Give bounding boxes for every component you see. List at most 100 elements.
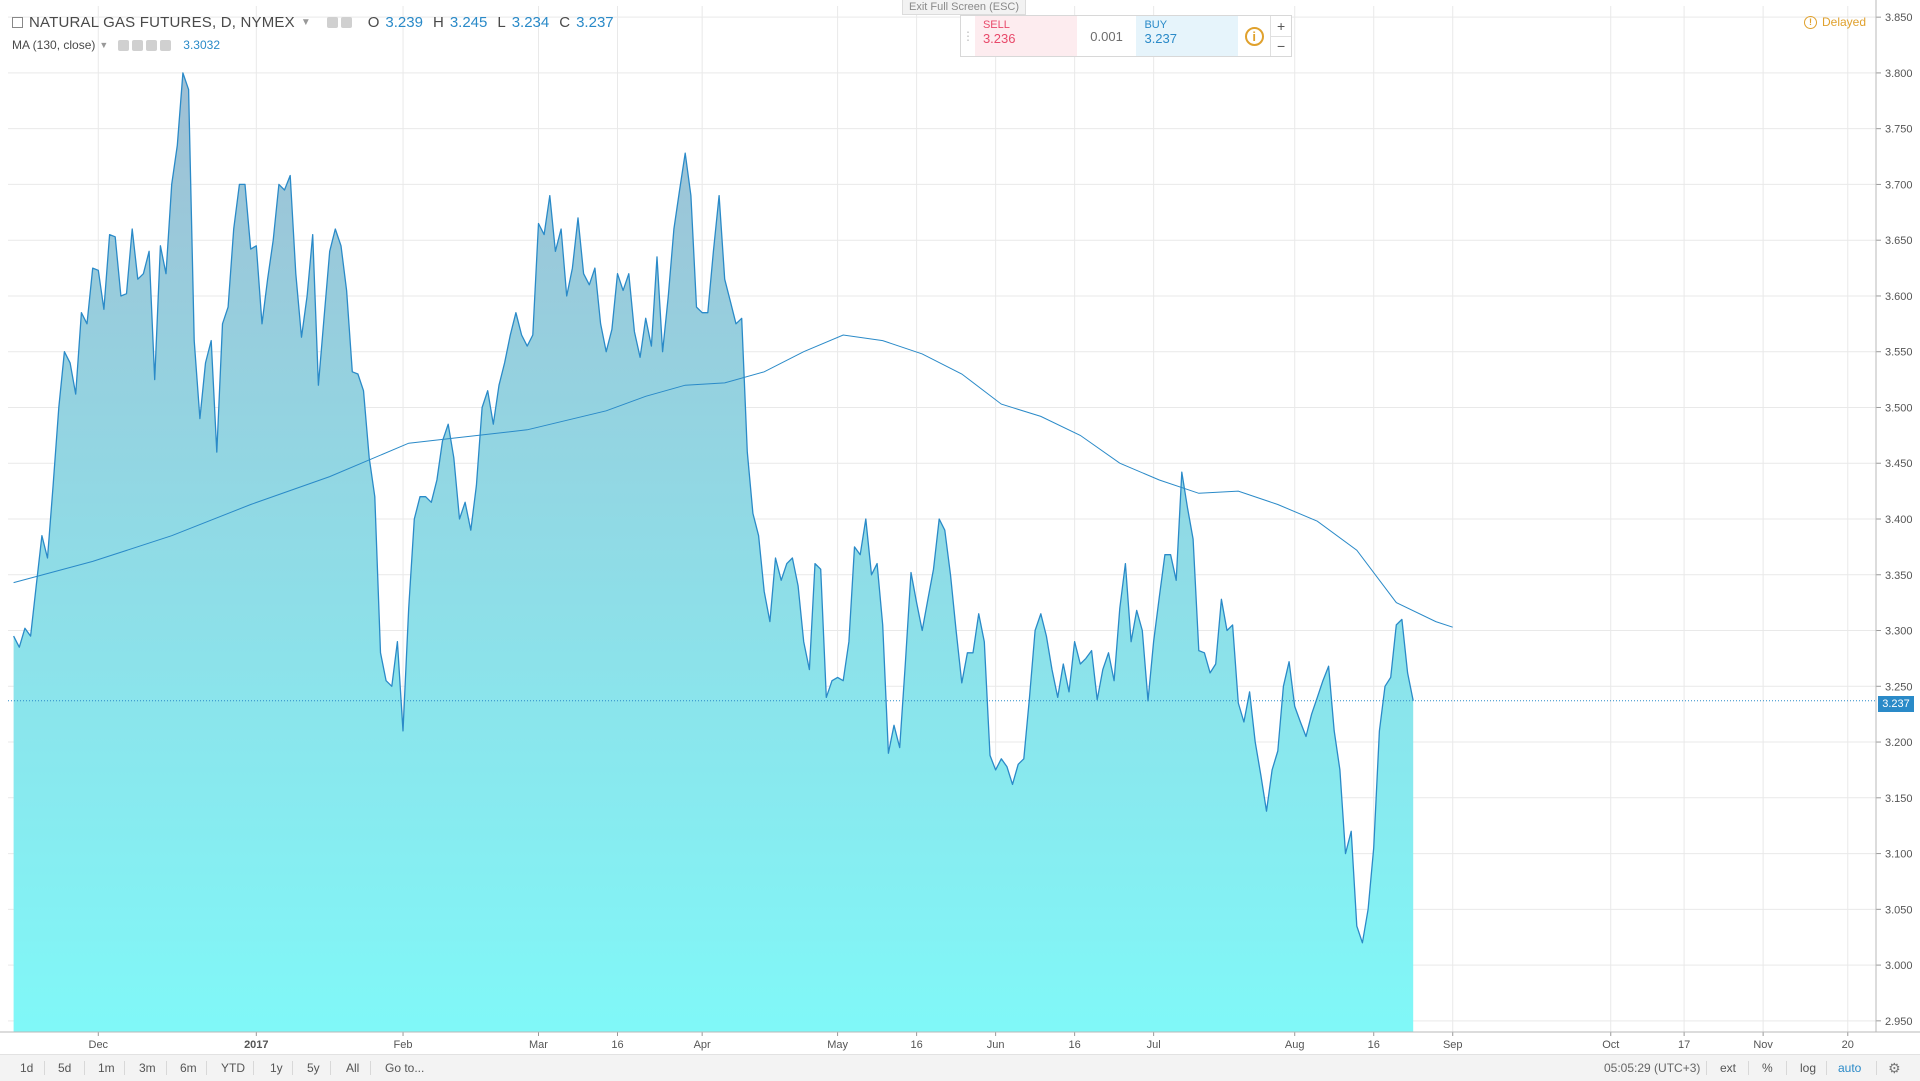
y-tick-label: 3.550 <box>1885 347 1913 359</box>
sell-button[interactable]: SELL 3.236 <box>974 16 1077 56</box>
open-label: O <box>367 14 380 31</box>
x-tick-label: Oct <box>1602 1039 1619 1051</box>
x-tick-label: 16 <box>1068 1039 1080 1051</box>
x-tick-label: Mar <box>529 1039 548 1051</box>
drag-handle-icon[interactable]: ⋮ <box>961 16 975 56</box>
y-tick-label: 2.950 <box>1885 1016 1913 1028</box>
y-tick-label: 3.450 <box>1885 458 1913 470</box>
divider <box>1826 1061 1827 1075</box>
chevron-down-icon[interactable]: ▼ <box>99 40 108 50</box>
divider <box>84 1061 85 1075</box>
divider <box>44 1061 45 1075</box>
auto-toggle[interactable]: auto <box>1838 1055 1861 1081</box>
exit-fullscreen-button[interactable]: Exit Full Screen (ESC) <box>902 0 1027 15</box>
ma-legend: MA (130, close) ▼ 3.3032 <box>12 38 220 52</box>
add-icon[interactable] <box>146 39 158 51</box>
info-button[interactable]: i <box>1238 16 1270 56</box>
timeframe-all[interactable]: All <box>346 1055 359 1081</box>
x-tick-label: Nov <box>1753 1039 1773 1051</box>
goto-button[interactable]: Go to... <box>385 1055 424 1081</box>
legend-action-icons <box>326 17 352 28</box>
plus-button[interactable]: + <box>1271 16 1292 37</box>
spread-value: 0.001 <box>1090 28 1123 44</box>
warning-icon: ! <box>1804 15 1817 29</box>
gear-icon[interactable]: ⚙ <box>1888 1055 1901 1081</box>
y-tick-label: 3.200 <box>1885 737 1913 749</box>
delayed-badge[interactable]: ! Delayed <box>1804 15 1866 29</box>
y-tick-label: 3.000 <box>1885 960 1913 972</box>
divider <box>292 1061 293 1075</box>
info-icon: i <box>1244 26 1264 46</box>
x-tick-label: Dec <box>89 1039 109 1051</box>
buy-value: 3.237 <box>1144 31 1178 46</box>
x-tick-label: Feb <box>394 1039 413 1051</box>
symbol-title[interactable]: NATURAL GAS FUTURES, D, NYMEX <box>29 14 295 31</box>
x-tick-label: Jun <box>987 1039 1005 1051</box>
settings-icon[interactable] <box>132 39 144 51</box>
hide-icon[interactable] <box>340 17 352 28</box>
settings-icon[interactable] <box>326 17 338 28</box>
clock-time[interactable]: 05:05:29 (UTC+3) <box>1604 1055 1700 1081</box>
timeframe-ytd[interactable]: YTD <box>221 1055 245 1081</box>
y-tick-label: 3.100 <box>1885 849 1913 861</box>
symbol-legend: NATURAL GAS FUTURES, D, NYMEX ▼ O 3.239 H… <box>12 14 614 31</box>
timeframe-5y[interactable]: 5y <box>307 1055 320 1081</box>
x-tick-label: 16 <box>611 1039 623 1051</box>
divider <box>166 1061 167 1075</box>
chevron-down-icon[interactable]: ▼ <box>301 17 311 28</box>
y-tick-label: 3.500 <box>1885 402 1913 414</box>
divider <box>330 1061 331 1075</box>
low-value: 3.234 <box>511 14 550 31</box>
minus-button[interactable]: − <box>1271 37 1291 57</box>
ma-action-icons <box>118 39 172 51</box>
divider <box>124 1061 125 1075</box>
last-price-tag: 3.237 <box>1878 696 1914 712</box>
y-tick-label: 3.750 <box>1885 124 1913 136</box>
timeframe-1m[interactable]: 1m <box>98 1055 115 1081</box>
sell-value: 3.236 <box>982 31 1016 46</box>
divider <box>1706 1061 1707 1075</box>
y-tick-label: 3.400 <box>1885 514 1913 526</box>
close-label: C <box>559 14 571 31</box>
trade-panel: ⋮ SELL 3.236 0.001 BUY 3.237 i + − <box>960 15 1292 57</box>
x-tick-label: Sep <box>1443 1039 1463 1051</box>
timeframe-3m[interactable]: 3m <box>139 1055 156 1081</box>
close-value: 3.237 <box>576 14 614 31</box>
x-tick-label: Apr <box>694 1039 711 1051</box>
y-tick-label: 3.350 <box>1885 570 1913 582</box>
timeframe-1d[interactable]: 1d <box>20 1055 33 1081</box>
buy-button[interactable]: BUY 3.237 <box>1136 16 1239 56</box>
divider <box>1876 1061 1877 1075</box>
percent-toggle[interactable]: % <box>1762 1055 1773 1081</box>
y-tick-label: 3.300 <box>1885 626 1913 638</box>
close-icon[interactable] <box>160 39 172 51</box>
high-value: 3.245 <box>449 14 488 31</box>
x-tick-label: 16 <box>1368 1039 1380 1051</box>
y-tick-label: 3.700 <box>1885 179 1913 191</box>
log-toggle[interactable]: log <box>1800 1055 1816 1081</box>
y-tick-label: 3.600 <box>1885 291 1913 303</box>
timeframe-6m[interactable]: 6m <box>180 1055 197 1081</box>
y-tick-label: 3.650 <box>1885 235 1913 247</box>
divider <box>1786 1061 1787 1075</box>
price-chart[interactable]: Dec 2017 Feb Mar 16 Apr May 16 Jun 16 Jul Aug 16 Sep O… <box>0 0 1920 1054</box>
bottom-toolbar: 1d 5d 1m 3m 6m YTD 1y 5y All Go to... 05… <box>0 1054 1920 1081</box>
timeframe-1y[interactable]: 1y <box>270 1055 283 1081</box>
delayed-label: Delayed <box>1822 15 1867 29</box>
y-tick-label: 3.850 <box>1885 12 1913 24</box>
x-tick-label: May <box>827 1039 848 1051</box>
timeframe-5d[interactable]: 5d <box>58 1055 71 1081</box>
open-value: 3.239 <box>385 14 423 31</box>
x-tick-label: 2017 <box>244 1039 268 1051</box>
eye-icon[interactable] <box>118 39 130 51</box>
collapse-icon[interactable] <box>12 17 23 28</box>
ma-label[interactable]: MA (130, close) <box>12 38 95 52</box>
buy-label: BUY <box>1144 19 1168 31</box>
x-tick-label: 20 <box>1842 1039 1854 1051</box>
divider <box>1748 1061 1749 1075</box>
ma-value: 3.3032 <box>183 38 220 52</box>
low-label: L <box>497 14 506 31</box>
y-tick-label: 3.250 <box>1885 681 1913 693</box>
x-tick-label: 17 <box>1678 1039 1690 1051</box>
ext-toggle[interactable]: ext <box>1720 1055 1736 1081</box>
